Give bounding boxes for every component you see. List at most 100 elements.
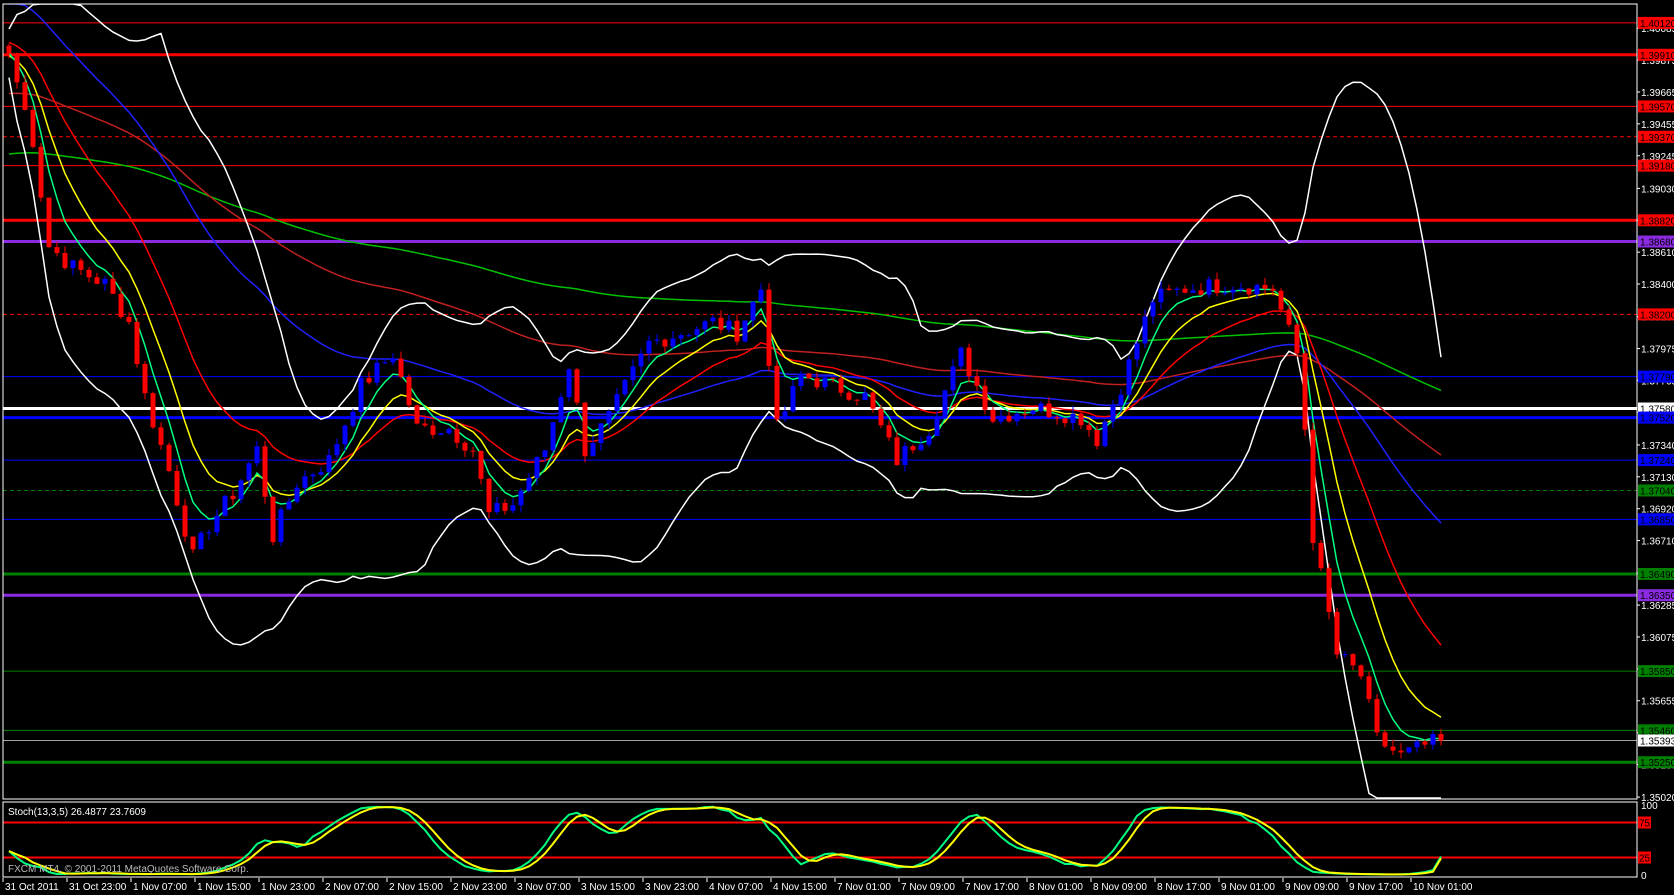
candle-body (246, 463, 252, 481)
price-tick-label: 1.39665 (1641, 88, 1674, 99)
candle-body (1198, 290, 1204, 295)
candle-body (222, 495, 228, 516)
price-level-label: 1.40120 (1640, 19, 1674, 30)
candle-body (198, 532, 204, 550)
candle-body (518, 490, 524, 506)
candle-body (1366, 676, 1372, 700)
candle-body (1318, 542, 1324, 569)
candle-body (1342, 654, 1348, 656)
price-tick-label: 1.38400 (1641, 280, 1674, 291)
candle-body (678, 335, 684, 339)
candle-body (1182, 288, 1188, 293)
candle-body (238, 480, 244, 500)
candle-body (1038, 403, 1044, 411)
candle-body (830, 377, 836, 379)
candle-body (406, 376, 412, 406)
candle-body (1326, 568, 1332, 612)
candle-body (1030, 410, 1036, 415)
time-label: 7 Nov 01:00 (837, 882, 891, 893)
time-label: 1 Nov 07:00 (133, 882, 187, 893)
candle-body (382, 362, 388, 364)
price-tick-label: 1.36285 (1641, 601, 1674, 612)
price-level-label: 1.38820 (1640, 216, 1674, 227)
price-chart[interactable]: 75251000 1.400851.398751.396651.394551.3… (0, 0, 1674, 895)
candle-body (1310, 429, 1316, 543)
candle-body (230, 495, 236, 500)
time-label: 4 Nov 07:00 (709, 882, 763, 893)
candle-body (398, 358, 404, 377)
candle-body (6, 45, 12, 54)
candle-body (838, 378, 844, 393)
candle-body (1078, 413, 1084, 426)
chart-frame (2, 3, 1638, 878)
candle-body (1382, 732, 1388, 747)
candle-body (686, 335, 692, 337)
candle-body (206, 532, 212, 534)
time-label: 1 Nov 23:00 (261, 882, 315, 893)
candle-body (558, 397, 564, 423)
candle-body (454, 429, 460, 443)
candle-body (670, 338, 676, 347)
price-tick-label: 1.39030 (1641, 184, 1674, 195)
candle-body (158, 427, 164, 445)
candle-body (758, 289, 764, 302)
time-label: 3 Nov 23:00 (645, 882, 699, 893)
candle-body (182, 505, 188, 537)
candle-body (1422, 741, 1428, 745)
candle-body (342, 425, 348, 445)
candle-body (1374, 699, 1380, 733)
price-level-label: 1.37520 (1640, 414, 1674, 425)
candle-body (270, 496, 276, 543)
candle-body (766, 289, 772, 366)
candle-body (14, 53, 20, 83)
candle-body (614, 394, 620, 412)
candle-body (302, 476, 308, 488)
time-axis: 31 Oct 2011 31 Oct 23:00 1 Nov 07:00 1 Nov … (2, 878, 1473, 893)
candle-body (622, 380, 628, 395)
candle-body (990, 409, 996, 422)
candle-body (1150, 302, 1156, 317)
candle-body (814, 378, 820, 388)
candle-body (902, 446, 908, 466)
candle-body (278, 509, 284, 543)
candle-body (1166, 288, 1172, 290)
candle-body (262, 446, 268, 497)
stoch-scale-label: 0 (1641, 871, 1647, 882)
time-label: 9 Nov 01:00 (1221, 882, 1275, 893)
ma-50-line (9, 4, 1442, 524)
ma-10-line (8, 55, 1442, 718)
candle-body (358, 377, 364, 412)
candle-body (190, 536, 196, 550)
candle-body (414, 405, 420, 424)
time-label: 2 Nov 23:00 (453, 882, 507, 893)
candle-body (694, 329, 700, 336)
candle-body (926, 435, 932, 445)
time-label: 3 Nov 07:00 (517, 882, 571, 893)
time-label: 7 Nov 09:00 (901, 882, 955, 893)
price-tick-label: 1.36710 (1641, 537, 1674, 548)
candle-body (318, 472, 324, 475)
candle-body (430, 425, 436, 435)
candle-body (782, 411, 788, 420)
candle-body (526, 477, 532, 491)
candle-body (1110, 404, 1116, 422)
candle-body (862, 392, 868, 400)
candle-body (598, 423, 604, 444)
candle-body (566, 369, 572, 398)
candle-body (542, 450, 548, 457)
candle-body (94, 277, 100, 284)
price-level-label: 1.37240 (1640, 456, 1674, 467)
candle-body (1398, 750, 1404, 753)
price-level-label: 1.39910 (1640, 51, 1674, 62)
price-tick-label: 1.39455 (1641, 120, 1674, 131)
candle-body (1438, 734, 1444, 741)
candle-body (870, 392, 876, 409)
candle-body (1334, 611, 1340, 655)
price-level-label: 1.37040 (1640, 486, 1674, 497)
candle-body (582, 402, 588, 457)
candle-body (70, 260, 76, 268)
candle-body (1142, 316, 1148, 344)
candle-body (942, 390, 948, 419)
candle-body (1014, 413, 1020, 422)
candle-body (1430, 734, 1436, 745)
